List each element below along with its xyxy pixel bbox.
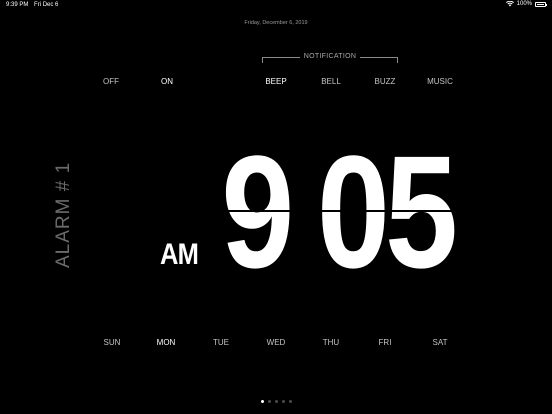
page-dot[interactable] [281, 400, 285, 403]
status-time: 9:39 PM [6, 2, 29, 8]
status-bar-left: 9:39 PM Fri Dec 6 [6, 2, 62, 8]
minute-flip-divider [318, 210, 454, 212]
day-mon-button[interactable]: MON [145, 328, 187, 358]
notification-bell-button[interactable]: BELL [311, 77, 351, 87]
day-sun-button[interactable]: SUN [92, 338, 132, 348]
page-dot[interactable] [267, 400, 271, 403]
notification-music-button[interactable]: MUSIC [420, 77, 460, 87]
current-date: Friday, December 6, 2019 [244, 20, 308, 26]
day-thu-button[interactable]: THU [311, 338, 351, 348]
wifi-icon [505, 1, 514, 7]
page-dot[interactable] [260, 400, 264, 403]
status-date: Fri Dec 6 [34, 2, 59, 8]
hour-flip-divider [224, 210, 290, 212]
page-dot[interactable] [274, 400, 278, 403]
battery-percent: 100% [516, 1, 532, 7]
alarm-number-label: ALARM # 1 [53, 161, 74, 268]
page-indicator[interactable] [0, 400, 552, 403]
battery-icon [535, 1, 547, 7]
power-off-button[interactable]: OFF [91, 77, 131, 87]
page-dot[interactable] [288, 400, 292, 403]
notification-buzz-button[interactable]: BUZZ [365, 77, 405, 87]
status-bar-right: 100% [505, 1, 547, 7]
meridiem-toggle[interactable]: AM [160, 238, 199, 272]
day-fri-button[interactable]: FRI [365, 338, 405, 348]
notification-beep-button[interactable]: BEEP [255, 67, 297, 97]
day-tue-button[interactable]: TUE [201, 338, 241, 348]
notification-label: NOTIFICATION [300, 53, 360, 60]
power-on-button[interactable]: ON [146, 67, 188, 97]
day-sat-button[interactable]: SAT [420, 338, 460, 348]
day-wed-button[interactable]: WED [256, 338, 296, 348]
